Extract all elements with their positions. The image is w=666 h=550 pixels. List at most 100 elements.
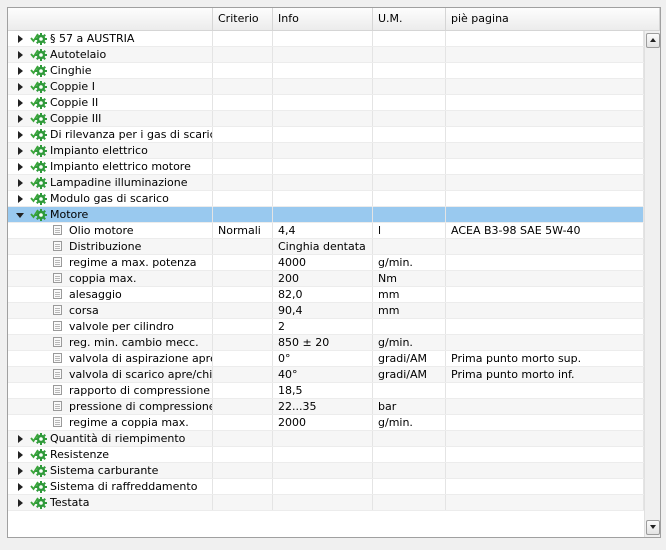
expand-arrow-icon[interactable] [18, 115, 23, 123]
tree-item-row[interactable]: valvola di scarico apre/chiu 40° gradi/AM P… [8, 367, 644, 383]
tree-group-row[interactable]: Sistema carburante [8, 463, 644, 479]
tree-item-row[interactable]: corsa 90,4 mm [8, 303, 644, 319]
tree-group-row[interactable]: Cinghie [8, 63, 644, 79]
tree-item-row[interactable]: valvole per cilindro 2 [8, 319, 644, 335]
expand-arrow-icon[interactable] [18, 67, 23, 75]
name-cell: pressione di compressione [8, 399, 213, 414]
tree-group-row[interactable]: Sistema di raffreddamento [8, 479, 644, 495]
expand-arrow-icon[interactable] [18, 99, 23, 107]
name-cell: Lampadine illuminazione [8, 175, 213, 190]
tree-item-row[interactable]: rapporto di compressione 18,5 [8, 383, 644, 399]
item-label: regime a coppia max. [69, 416, 189, 429]
tree-group-row[interactable]: Impianto elettrico [8, 143, 644, 159]
name-cell: valvole per cilindro [8, 319, 213, 334]
tree-item-row[interactable]: regime a coppia max. 2000 g/min. [8, 415, 644, 431]
tree-group-row[interactable]: Quantità di riempimento [8, 431, 644, 447]
expand-arrow-icon[interactable] [18, 147, 23, 155]
name-cell: Coppie II [8, 95, 213, 110]
info-cell: 82,0 [273, 287, 373, 302]
tree-item-row[interactable]: coppia max. 200 Nm [8, 271, 644, 287]
name-cell: Resistenze [8, 447, 213, 462]
expand-arrow-icon[interactable] [18, 435, 23, 443]
pie-pagina-cell [446, 447, 644, 462]
info-cell: 18,5 [273, 383, 373, 398]
gear-check-icon [30, 496, 48, 510]
criterio-cell [213, 335, 273, 350]
tree-group-row[interactable]: Modulo gas di scarico [8, 191, 644, 207]
tree-item-row[interactable]: regime a max. potenza 4000 g/min. [8, 255, 644, 271]
document-icon [53, 257, 62, 267]
expand-arrow-icon[interactable] [18, 195, 23, 203]
item-label: corsa [69, 304, 99, 317]
scroll-up-button[interactable] [646, 33, 660, 48]
document-icon [53, 385, 62, 395]
pie-pagina-cell [446, 127, 644, 142]
collapse-arrow-icon[interactable] [16, 213, 24, 218]
name-cell: valvola di aspirazione apre/ [8, 351, 213, 366]
expand-arrow-icon[interactable] [18, 483, 23, 491]
tree-group-row[interactable]: Coppie III [8, 111, 644, 127]
expand-arrow-icon[interactable] [18, 467, 23, 475]
header-pie-pagina[interactable]: piè pagina [446, 8, 660, 30]
tree-group-row[interactable]: Motore [8, 207, 644, 223]
expand-arrow-icon[interactable] [18, 131, 23, 139]
tree-group-row[interactable]: Impianto elettrico motore [8, 159, 644, 175]
um-cell [373, 495, 446, 510]
pie-pagina-cell [446, 191, 644, 206]
pie-pagina-cell: ACEA B3-98 SAE 5W-40 [446, 223, 644, 238]
criterio-cell [213, 175, 273, 190]
um-cell [373, 447, 446, 462]
name-cell: Distribuzione [8, 239, 213, 254]
expand-arrow-icon[interactable] [18, 35, 23, 43]
vertical-scrollbar[interactable] [644, 31, 660, 537]
pie-pagina-cell [446, 47, 644, 62]
tree-group-row[interactable]: Coppie I [8, 79, 644, 95]
expand-arrow-icon[interactable] [18, 163, 23, 171]
tree-item-row[interactable]: Distribuzione Cinghia dentata [8, 239, 644, 255]
tree-group-row[interactable]: Autotelaio [8, 47, 644, 63]
tree-item-row[interactable]: alesaggio 82,0 mm [8, 287, 644, 303]
item-label: valvola di aspirazione apre/ [69, 352, 213, 365]
item-label: rapporto di compressione [69, 384, 211, 397]
criterio-cell [213, 207, 273, 222]
criterio-cell [213, 239, 273, 254]
um-cell: gradi/AM [373, 367, 446, 382]
tree-item-row[interactable]: valvola di aspirazione apre/0° gradi/AM Pr… [8, 351, 644, 367]
tree-group-row[interactable]: Di rilevanza per i gas di scarico [8, 127, 644, 143]
scroll-down-button[interactable] [646, 520, 660, 535]
tree-item-row[interactable]: reg. min. cambio mecc. 850 ± 20 g/min. [8, 335, 644, 351]
tree-group-row[interactable]: Resistenze [8, 447, 644, 463]
expand-arrow-icon[interactable] [18, 451, 23, 459]
item-label: pressione di compressione [69, 400, 213, 413]
info-cell [273, 159, 373, 174]
um-cell [373, 127, 446, 142]
expand-arrow-icon[interactable] [18, 499, 23, 507]
expand-arrow-icon[interactable] [18, 83, 23, 91]
expand-arrow-icon[interactable] [18, 51, 23, 59]
pie-pagina-cell [446, 207, 644, 222]
pie-pagina-cell [446, 431, 644, 446]
info-cell [273, 447, 373, 462]
header-info[interactable]: Info [273, 8, 373, 30]
name-cell: Coppie I [8, 79, 213, 94]
gear-check-icon [30, 128, 48, 142]
tree-group-row[interactable]: Lampadine illuminazione [8, 175, 644, 191]
name-cell: Cinghie [8, 63, 213, 78]
um-cell [373, 63, 446, 78]
criterio-cell [213, 191, 273, 206]
pie-pagina-cell [446, 399, 644, 414]
um-cell [373, 31, 446, 46]
name-cell: reg. min. cambio mecc. [8, 335, 213, 350]
tree-item-row[interactable]: Olio motore Normali 4,4 l ACEA B3-98 SAE 5W-… [8, 223, 644, 239]
header-um[interactable]: U.M. [373, 8, 446, 30]
header-criterio[interactable]: Criterio [213, 8, 273, 30]
tree-group-row[interactable]: § 57 a AUSTRIA [8, 31, 644, 47]
expand-arrow-icon[interactable] [18, 179, 23, 187]
criterio-cell [213, 431, 273, 446]
tree-group-row[interactable]: Coppie II [8, 95, 644, 111]
header-name[interactable] [8, 8, 213, 30]
tree-item-row[interactable]: pressione di compressione 22...35 bar [8, 399, 644, 415]
arrow-up-icon [650, 38, 656, 42]
criterio-cell [213, 287, 273, 302]
tree-group-row[interactable]: Testata [8, 495, 644, 511]
